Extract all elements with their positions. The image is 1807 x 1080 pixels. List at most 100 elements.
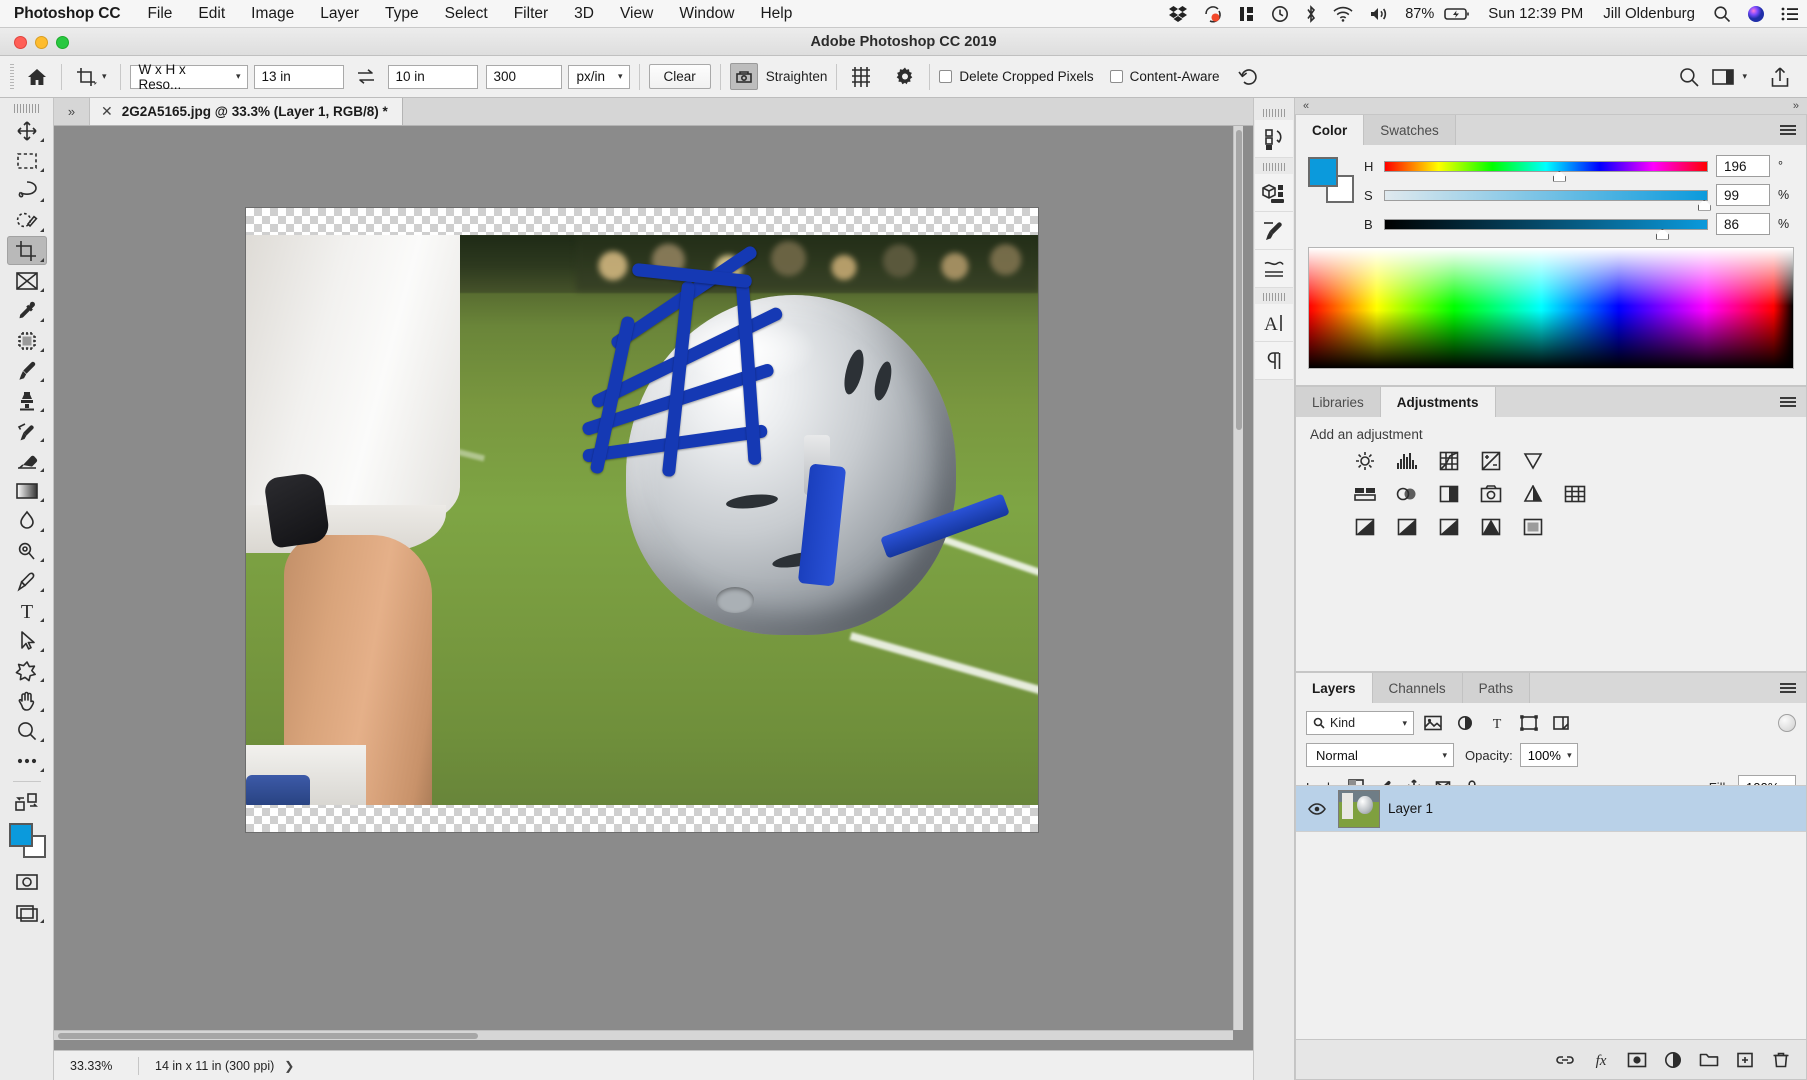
crop-resolution-input[interactable]: 300 xyxy=(485,64,562,89)
quick-selection-tool[interactable] xyxy=(7,206,47,235)
menu-view[interactable]: View xyxy=(607,5,666,23)
menu-select[interactable]: Select xyxy=(432,5,501,23)
hue-slider-knob[interactable] xyxy=(1552,170,1566,182)
delete-layer-icon[interactable] xyxy=(1770,1049,1792,1071)
close-icon[interactable]: ✕ xyxy=(101,103,113,120)
brightness-slider-track[interactable] xyxy=(1384,218,1708,240)
zoom-tool[interactable] xyxy=(7,716,47,745)
gradients-panel-icon[interactable] xyxy=(1255,250,1293,288)
volume-icon[interactable] xyxy=(1361,0,1397,28)
straighten-icon[interactable] xyxy=(729,63,758,90)
scrollbar-thumb[interactable] xyxy=(58,1033,478,1039)
chevron-right-icon[interactable]: ❯ xyxy=(284,1059,294,1073)
grid-overlay-icon[interactable] xyxy=(846,63,876,91)
document-image[interactable] xyxy=(246,235,1038,805)
shape-tool[interactable] xyxy=(7,656,47,685)
tab-adjustments[interactable]: Adjustments xyxy=(1380,387,1496,417)
type-tool[interactable]: T xyxy=(7,596,47,625)
foreground-background-colors[interactable] xyxy=(7,821,47,859)
filter-shape-icon[interactable] xyxy=(1516,711,1542,735)
history-panel-icon[interactable] xyxy=(1255,120,1293,158)
crop-height-input[interactable]: 10 in xyxy=(387,64,478,89)
saturation-slider-track[interactable] xyxy=(1384,189,1711,211)
spot-healing-tool[interactable] xyxy=(7,326,47,355)
lasso-tool[interactable] xyxy=(7,176,47,205)
photo-filter-icon[interactable] xyxy=(1478,483,1504,505)
layer-list[interactable]: Layer 1 xyxy=(1296,785,1806,1039)
marquee-tool[interactable] xyxy=(7,146,47,175)
edit-toolbar-button[interactable] xyxy=(7,746,47,775)
hand-tool[interactable] xyxy=(7,686,47,715)
dock-grip[interactable] xyxy=(1263,162,1285,172)
screen-mode-icon[interactable] xyxy=(7,897,47,926)
saturation-slider-knob[interactable] xyxy=(1697,199,1711,211)
home-icon[interactable] xyxy=(22,63,52,91)
blend-mode-select[interactable]: Normal ▾ xyxy=(1306,743,1454,767)
swap-arrows-icon[interactable] xyxy=(351,63,381,91)
resolution-unit-select[interactable]: px/in ▾ xyxy=(567,64,630,89)
color-balance-icon[interactable] xyxy=(1394,483,1420,505)
scrollbar-thumb[interactable] xyxy=(1236,130,1242,430)
wifi-icon[interactable] xyxy=(1325,0,1361,28)
panel-menu-icon[interactable] xyxy=(1770,387,1806,417)
posterize-icon[interactable] xyxy=(1394,516,1420,538)
filter-pixel-icon[interactable] xyxy=(1420,711,1446,735)
new-adjustment-icon[interactable] xyxy=(1662,1049,1684,1071)
chevron-down-icon[interactable]: ▾ xyxy=(102,72,107,81)
channel-mixer-icon[interactable] xyxy=(1520,483,1546,505)
bluetooth-icon[interactable] xyxy=(1297,0,1325,28)
delete-cropped-pixels-checkbox[interactable]: Delete Cropped Pixels xyxy=(939,69,1094,84)
crop-width-input[interactable]: 13 in xyxy=(253,64,344,89)
color-spectrum-ramp[interactable] xyxy=(1308,247,1794,369)
saturation-value-input[interactable]: 99 xyxy=(1716,184,1770,206)
tab-color[interactable]: Color xyxy=(1296,115,1365,145)
expand-panels-icon[interactable]: » xyxy=(1793,100,1799,112)
active-tool-picker[interactable]: ▾ xyxy=(71,66,111,88)
dodge-tool[interactable] xyxy=(7,536,47,565)
eyedropper-tool[interactable] xyxy=(7,296,47,325)
menu-clock[interactable]: Sun 12:39 PM xyxy=(1478,5,1593,22)
black-white-icon[interactable] xyxy=(1436,483,1462,505)
bars-icon[interactable] xyxy=(1231,0,1263,28)
clear-button[interactable]: Clear xyxy=(648,64,711,89)
search-icon[interactable] xyxy=(1705,0,1739,28)
dock-grip[interactable] xyxy=(1263,108,1285,118)
menu-help[interactable]: Help xyxy=(747,5,805,23)
add-mask-icon[interactable] xyxy=(1626,1049,1648,1071)
search-icon[interactable] xyxy=(1674,63,1704,91)
character-panel-icon[interactable]: A xyxy=(1255,304,1293,342)
menu-user-name[interactable]: Jill Oldenburg xyxy=(1593,5,1705,22)
tab-layers[interactable]: Layers xyxy=(1296,673,1373,703)
document-tab[interactable]: ✕ 2G2A5165.jpg @ 33.3% (Layer 1, RGB/8) … xyxy=(90,98,403,125)
menu-window[interactable]: Window xyxy=(666,5,747,23)
foreground-color-swatch[interactable] xyxy=(8,823,33,847)
hue-saturation-icon[interactable] xyxy=(1352,483,1378,505)
swap-colors-icon[interactable] xyxy=(7,787,47,816)
layer-filter-kind-select[interactable]: Kind ▾ xyxy=(1306,711,1414,735)
gradient-map-icon[interactable] xyxy=(1478,516,1504,538)
crop-ratio-select[interactable]: W x H x Reso... ▾ xyxy=(129,62,248,92)
menu-filter[interactable]: Filter xyxy=(501,5,561,23)
opacity-input[interactable]: 100% ▾ xyxy=(1519,743,1578,767)
share-icon[interactable] xyxy=(1765,63,1795,91)
straighten-label[interactable]: Straighten xyxy=(766,69,828,84)
backup-icon[interactable] xyxy=(1263,0,1297,28)
quick-mask-icon[interactable] xyxy=(7,867,47,896)
move-tool[interactable] xyxy=(7,116,47,145)
link-layers-icon[interactable] xyxy=(1554,1049,1576,1071)
layer-style-fx-icon[interactable]: fx xyxy=(1590,1049,1612,1071)
eye-icon[interactable] xyxy=(1304,802,1330,816)
app-icon[interactable] xyxy=(1195,0,1231,28)
brush-settings-icon[interactable] xyxy=(1255,212,1293,250)
minimize-window-button[interactable] xyxy=(35,35,48,49)
zoom-level[interactable]: 33.33% xyxy=(54,1059,132,1073)
new-group-icon[interactable] xyxy=(1698,1049,1720,1071)
siri-icon[interactable] xyxy=(1739,0,1773,28)
blur-tool[interactable] xyxy=(7,506,47,535)
tab-channels[interactable]: Channels xyxy=(1372,673,1463,703)
history-brush-tool[interactable] xyxy=(7,416,47,445)
pen-tool[interactable] xyxy=(7,566,47,595)
brush-tool[interactable] xyxy=(7,356,47,385)
control-center-icon[interactable] xyxy=(1773,0,1807,28)
content-aware-checkbox[interactable]: Content-Aware xyxy=(1109,69,1219,84)
